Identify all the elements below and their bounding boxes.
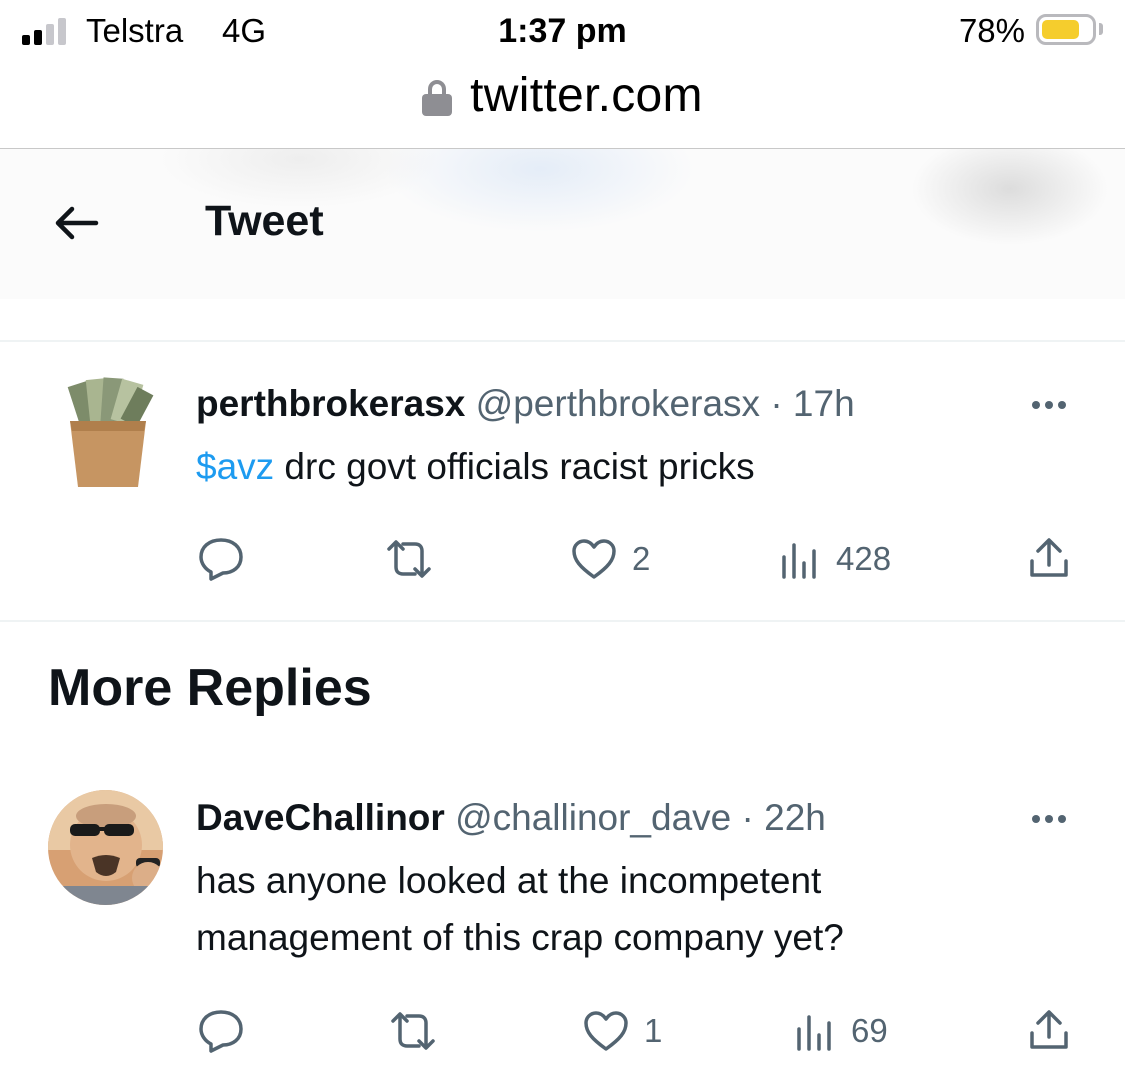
- view-count: 69: [851, 1012, 888, 1049]
- tweet-body: drc govt officials racist pricks: [274, 446, 755, 487]
- meta-separator: ·: [770, 383, 783, 424]
- tweet-text: $avz drc govt officials racist pricks: [196, 438, 755, 495]
- tweet-text-line: has anyone looked at the incompetent: [196, 860, 822, 901]
- page-title: Tweet: [205, 197, 324, 245]
- like-icon: [572, 539, 616, 579]
- back-arrow-icon: [55, 206, 99, 240]
- like-count: 2: [632, 540, 651, 577]
- views-button[interactable]: 428: [778, 537, 891, 581]
- more-options-button[interactable]: [1032, 401, 1066, 409]
- url-text[interactable]: twitter.com: [470, 68, 703, 123]
- display-name[interactable]: DaveChallinor: [196, 797, 445, 838]
- like-button[interactable]: 1: [582, 1009, 662, 1053]
- tweet-meta: perthbrokerasx @perthbrokerasx · 17h: [196, 383, 855, 425]
- more-icon: [1032, 401, 1040, 409]
- views-icon: [782, 543, 816, 579]
- browser-url-bar[interactable]: twitter.com: [0, 62, 1125, 128]
- like-count: 1: [644, 1012, 663, 1049]
- divider: [0, 620, 1125, 622]
- retweet-button[interactable]: [383, 537, 435, 581]
- more-icon: [1032, 815, 1040, 823]
- like-button[interactable]: 2: [570, 537, 650, 581]
- tweet-text-line: management of this crap company yet?: [196, 917, 844, 958]
- share-button[interactable]: [1026, 1007, 1072, 1053]
- reply-button[interactable]: [197, 536, 245, 582]
- reply-icon: [199, 538, 243, 581]
- retweet-button[interactable]: [387, 1009, 439, 1053]
- avatar[interactable]: [58, 375, 158, 490]
- more-options-button[interactable]: [1032, 815, 1066, 823]
- profile-photo-icon: [48, 790, 163, 905]
- display-name[interactable]: perthbrokerasx: [196, 383, 465, 424]
- divider: [0, 340, 1125, 342]
- tweet-header: Tweet: [0, 149, 1125, 299]
- more-replies-heading: More Replies: [48, 659, 372, 717]
- cashtag-link[interactable]: $avz: [196, 446, 274, 487]
- meta-separator: ·: [741, 797, 754, 838]
- back-button[interactable]: [50, 201, 100, 245]
- views-button[interactable]: 69: [793, 1009, 888, 1053]
- user-handle[interactable]: @perthbrokerasx: [476, 383, 760, 424]
- view-count: 428: [836, 540, 892, 577]
- battery-tip: [1099, 23, 1103, 35]
- share-button[interactable]: [1026, 535, 1072, 581]
- views-icon: [797, 1015, 831, 1051]
- battery-percentage: 78%: [958, 12, 1025, 49]
- avatar[interactable]: [48, 790, 163, 905]
- tweet-meta: DaveChallinor @challinor_dave · 22h: [196, 797, 826, 839]
- reply-button[interactable]: [197, 1008, 245, 1054]
- status-bar: Telstra 4G 1:37 pm 78%: [0, 0, 1125, 60]
- battery-fill: [1042, 20, 1079, 39]
- timestamp[interactable]: 22h: [764, 797, 826, 838]
- like-icon: [584, 1011, 628, 1051]
- lock-icon: [422, 80, 453, 116]
- share-icon: [1030, 1010, 1068, 1049]
- user-handle[interactable]: @challinor_dave: [455, 797, 731, 838]
- timestamp[interactable]: 17h: [793, 383, 855, 424]
- tweet-text: has anyone looked at the incompetent man…: [196, 852, 844, 966]
- share-icon: [1030, 538, 1068, 577]
- money-bag-avatar-icon: [58, 375, 158, 490]
- retweet-icon: [387, 540, 431, 578]
- battery-icon: [1036, 14, 1096, 45]
- status-time: 1:37 pm: [498, 12, 627, 50]
- reply-icon: [199, 1010, 243, 1053]
- retweet-icon: [391, 1012, 435, 1050]
